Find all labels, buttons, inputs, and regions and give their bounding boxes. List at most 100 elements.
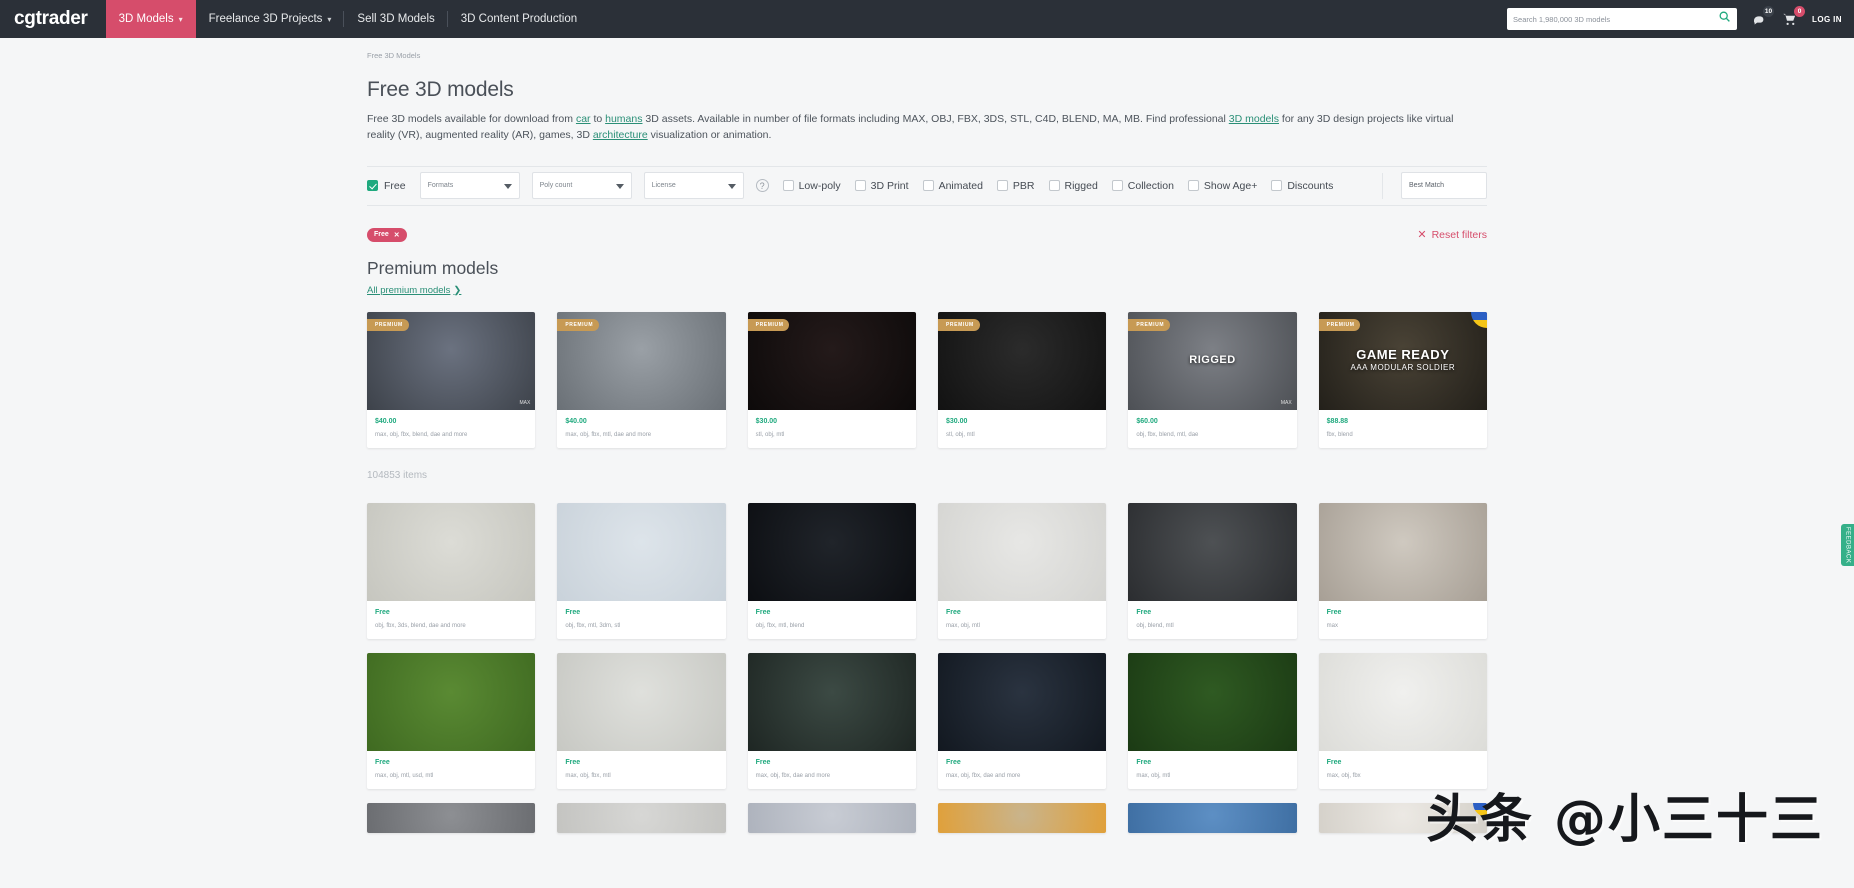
premium-model-card[interactable]: PREMIUM MAX $40.00 max, obj, fbx, blend,… [367,311,536,448]
premium-model-card[interactable]: PREMIUM $30.00 stl, obj, mtl [747,311,916,448]
free-model-card[interactable]: Free max, obj, mtl [1128,652,1297,789]
model-thumbnail[interactable] [747,502,916,601]
model-price: Free [1136,608,1152,616]
cart-button[interactable]: 0 [1781,5,1806,27]
model-price: Free [945,758,961,766]
model-thumbnail[interactable] [937,802,1107,833]
search-input[interactable]: Search 1,980,000 3D models [1507,8,1738,30]
free-model-card[interactable] [1128,802,1297,833]
all-premium-models-link[interactable]: All premium models ❯ [367,285,461,296]
model-thumbnail[interactable] [1128,502,1297,601]
filter-animated[interactable]: Animated [922,180,983,192]
free-checkbox[interactable] [367,180,378,192]
reset-filters-button[interactable]: ✕ Reset filters [1417,228,1487,242]
free-model-card[interactable] [1318,802,1487,833]
active-filter-tag-free[interactable]: Free ✕ [367,227,407,242]
link-3d-models[interactable]: 3D models [1229,113,1279,125]
free-model-card[interactable]: Free obj, fbx, mtl, 3dm, stl [557,502,726,639]
link-car[interactable]: car [576,113,591,125]
premium-model-card[interactable]: PREMIUM GAME READY AAA MODULAR SOLDIER $… [1318,311,1487,448]
model-thumbnail[interactable] [557,502,726,601]
filter-collection[interactable]: Collection [1111,180,1174,192]
pbr-checkbox[interactable] [996,180,1008,192]
nav-item-freelance-3d-projects[interactable]: Freelance 3D Projects ▾ [196,0,345,38]
search-icon[interactable] [1718,10,1731,28]
model-thumbnail[interactable] [367,502,536,601]
filter-free[interactable]: Free [367,180,406,192]
collection-checkbox[interactable] [1111,180,1123,192]
low-poly-checkbox[interactable] [782,180,794,192]
filter-discounts[interactable]: Discounts [1271,180,1333,192]
free-model-card[interactable] [367,802,536,833]
close-icon[interactable]: ✕ [394,231,400,239]
free-model-card[interactable]: Free max, obj, fbx, mtl [557,652,726,789]
free-model-card[interactable] [937,802,1107,833]
link-humans[interactable]: humans [605,113,642,125]
model-thumbnail[interactable]: PREMIUM [747,311,916,410]
model-thumbnail[interactable] [1318,652,1487,751]
free-model-card[interactable]: Free max, obj, fbx, dae and more [747,652,916,789]
feedback-tab[interactable]: FEEDBACK [1841,524,1854,566]
rigged-checkbox[interactable] [1048,180,1060,192]
premium-model-card[interactable]: PREMIUM RIGGED MAX $60.00 obj, fbx, blen… [1128,311,1297,448]
model-thumbnail[interactable] [557,652,726,751]
poly-count-select[interactable]: Poly count [531,172,632,200]
model-thumbnail[interactable] [937,652,1107,751]
model-formats: obj, fbx, mtl, blend [755,622,805,629]
filter-pbr[interactable]: PBR [996,180,1035,192]
model-thumbnail[interactable]: PREMIUM RIGGED MAX [1128,311,1297,410]
chevron-down-icon [503,183,512,189]
brand-logo[interactable]: cgtrader [0,0,106,38]
free-model-card[interactable]: Free max [1318,502,1487,639]
model-thumbnail[interactable]: PREMIUM [937,311,1107,410]
premium-model-card[interactable]: PREMIUM $40.00 max, obj, fbx, mtl, dae a… [557,311,726,448]
model-thumbnail[interactable]: PREMIUM GAME READY AAA MODULAR SOLDIER [1318,311,1487,410]
filter-rigged[interactable]: Rigged [1048,180,1098,192]
premium-model-card[interactable]: PREMIUM $30.00 stl, obj, mtl [937,311,1107,448]
model-thumbnail[interactable] [747,802,916,833]
help-icon[interactable]: ? [755,179,769,193]
nav-item-3d-content-production[interactable]: 3D Content Production [448,0,590,38]
model-thumbnail[interactable] [1128,802,1297,833]
discounts-checkbox[interactable] [1271,180,1283,192]
free-model-card[interactable]: Free obj, fbx, mtl, blend [747,502,916,639]
model-thumbnail[interactable]: PREMIUM [557,311,726,410]
model-thumbnail[interactable] [1128,652,1297,751]
model-thumbnail[interactable] [557,802,726,833]
nav-item-sell-3d-models[interactable]: Sell 3D Models [344,0,448,38]
model-thumbnail[interactable] [367,802,536,833]
filter-3d-print[interactable]: 3D Print [854,180,909,192]
license-select-label: License [651,182,676,190]
sort-select[interactable]: Best Match [1401,172,1487,200]
show-age-checkbox[interactable] [1187,180,1199,192]
link-architecture[interactable]: architecture [593,129,648,141]
premium-badge: PREMIUM [937,318,980,331]
breadcrumb[interactable]: Free 3D Models [367,48,1487,78]
model-thumbnail[interactable] [1318,802,1487,833]
filter-low-poly[interactable]: Low-poly [782,180,841,192]
license-select[interactable]: License [643,172,744,200]
3d-print-checkbox[interactable] [854,180,866,192]
free-model-card[interactable]: Free max, obj, mtl [937,502,1107,639]
model-price: Free [1326,608,1342,616]
free-model-card[interactable]: Free obj, fbx, 3ds, blend, dae and more [367,502,536,639]
formats-select[interactable]: Formats [419,172,520,200]
free-model-card[interactable] [557,802,726,833]
model-formats: max, obj, fbx, mtl, dae and more [565,431,652,438]
notifications-button[interactable]: 10 [1751,5,1775,27]
model-thumbnail[interactable] [1318,502,1487,601]
free-model-card[interactable]: Free max, obj, fbx, dae and more [937,652,1107,789]
model-thumbnail[interactable] [747,652,916,751]
filter-show-age[interactable]: Show Age+ [1187,180,1257,192]
animated-checkbox[interactable] [922,180,934,192]
free-model-card[interactable]: Free obj, blend, mtl [1128,502,1297,639]
model-meta: Free obj, fbx, mtl, blend [748,601,916,639]
model-thumbnail[interactable] [937,502,1107,601]
model-thumbnail[interactable] [367,652,536,751]
login-button[interactable]: LOG IN [1812,15,1842,24]
free-model-card[interactable]: Free max, obj, fbx [1318,652,1487,789]
nav-item-3d-models[interactable]: 3D Models ▾ [105,0,196,38]
model-thumbnail[interactable]: PREMIUM MAX [367,311,536,410]
free-model-card[interactable]: Free max, obj, mtl, usd, mtl [367,652,536,789]
free-model-card[interactable] [747,802,916,833]
